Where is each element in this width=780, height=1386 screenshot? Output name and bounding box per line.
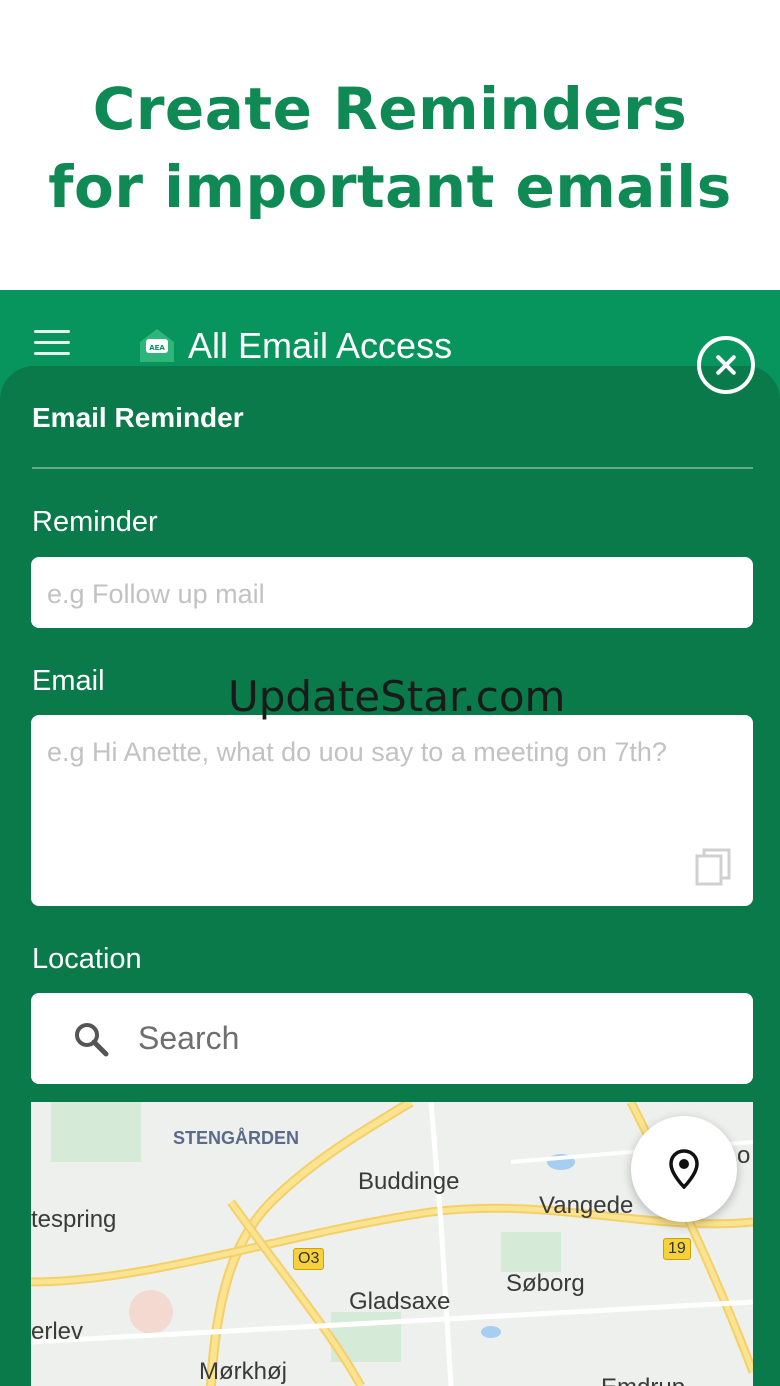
search-icon	[75, 1023, 109, 1057]
map-label-emdrup: Emdrup	[601, 1374, 685, 1386]
road-badge-o3: O3	[293, 1248, 325, 1270]
road-badge-19: 19	[663, 1238, 691, 1260]
map-label-edge: o	[737, 1142, 751, 1169]
reminder-input[interactable]: e.g Follow up mail	[31, 557, 753, 628]
map-label-vangede: Vangede	[539, 1192, 634, 1219]
location-label: Location	[32, 943, 142, 975]
promo-header: Create Reminders for important emails	[0, 0, 780, 290]
map-label-buddinge: Buddinge	[358, 1168, 460, 1195]
email-label: Email	[32, 665, 105, 697]
reminder-label: Reminder	[32, 506, 158, 538]
current-location-button[interactable]	[631, 1116, 737, 1222]
app-title: All Email Access	[188, 325, 453, 366]
sheet-title: Email Reminder	[32, 402, 244, 433]
hamburger-menu-icon[interactable]	[34, 330, 72, 358]
map-label-erlev: erlev	[31, 1318, 84, 1345]
reminder-placeholder: e.g Follow up mail	[47, 579, 265, 609]
map-label-tespring: tespring	[31, 1206, 117, 1233]
app-bar: AEA All Email Access	[0, 290, 780, 370]
email-placeholder: e.g Hi Anette, what do uou say to a meet…	[47, 737, 667, 767]
envelope-logo-icon: AEA	[140, 329, 174, 362]
search-placeholder: Search	[138, 1020, 240, 1056]
location-search-input[interactable]: Search	[31, 993, 753, 1084]
map-label-stengarden: STENGÅRDEN	[173, 1128, 300, 1148]
watermark: UpdateStar.com	[228, 672, 566, 721]
email-textarea[interactable]: e.g Hi Anette, what do uou say to a meet…	[31, 715, 753, 906]
svg-text:AEA: AEA	[149, 344, 165, 352]
promo-title-line-1: Create Reminders	[92, 75, 688, 143]
map-label-soborg: Søborg	[506, 1270, 585, 1297]
copy-icon[interactable]	[695, 848, 731, 886]
close-icon[interactable]	[697, 336, 755, 394]
location-pin-icon	[669, 1149, 699, 1189]
map-label-gladsaxe: Gladsaxe	[349, 1288, 451, 1315]
map-label-morkhoj: Mørkhøj	[199, 1358, 287, 1385]
promo-title-line-2: for important emails	[48, 153, 732, 221]
divider	[32, 467, 753, 469]
